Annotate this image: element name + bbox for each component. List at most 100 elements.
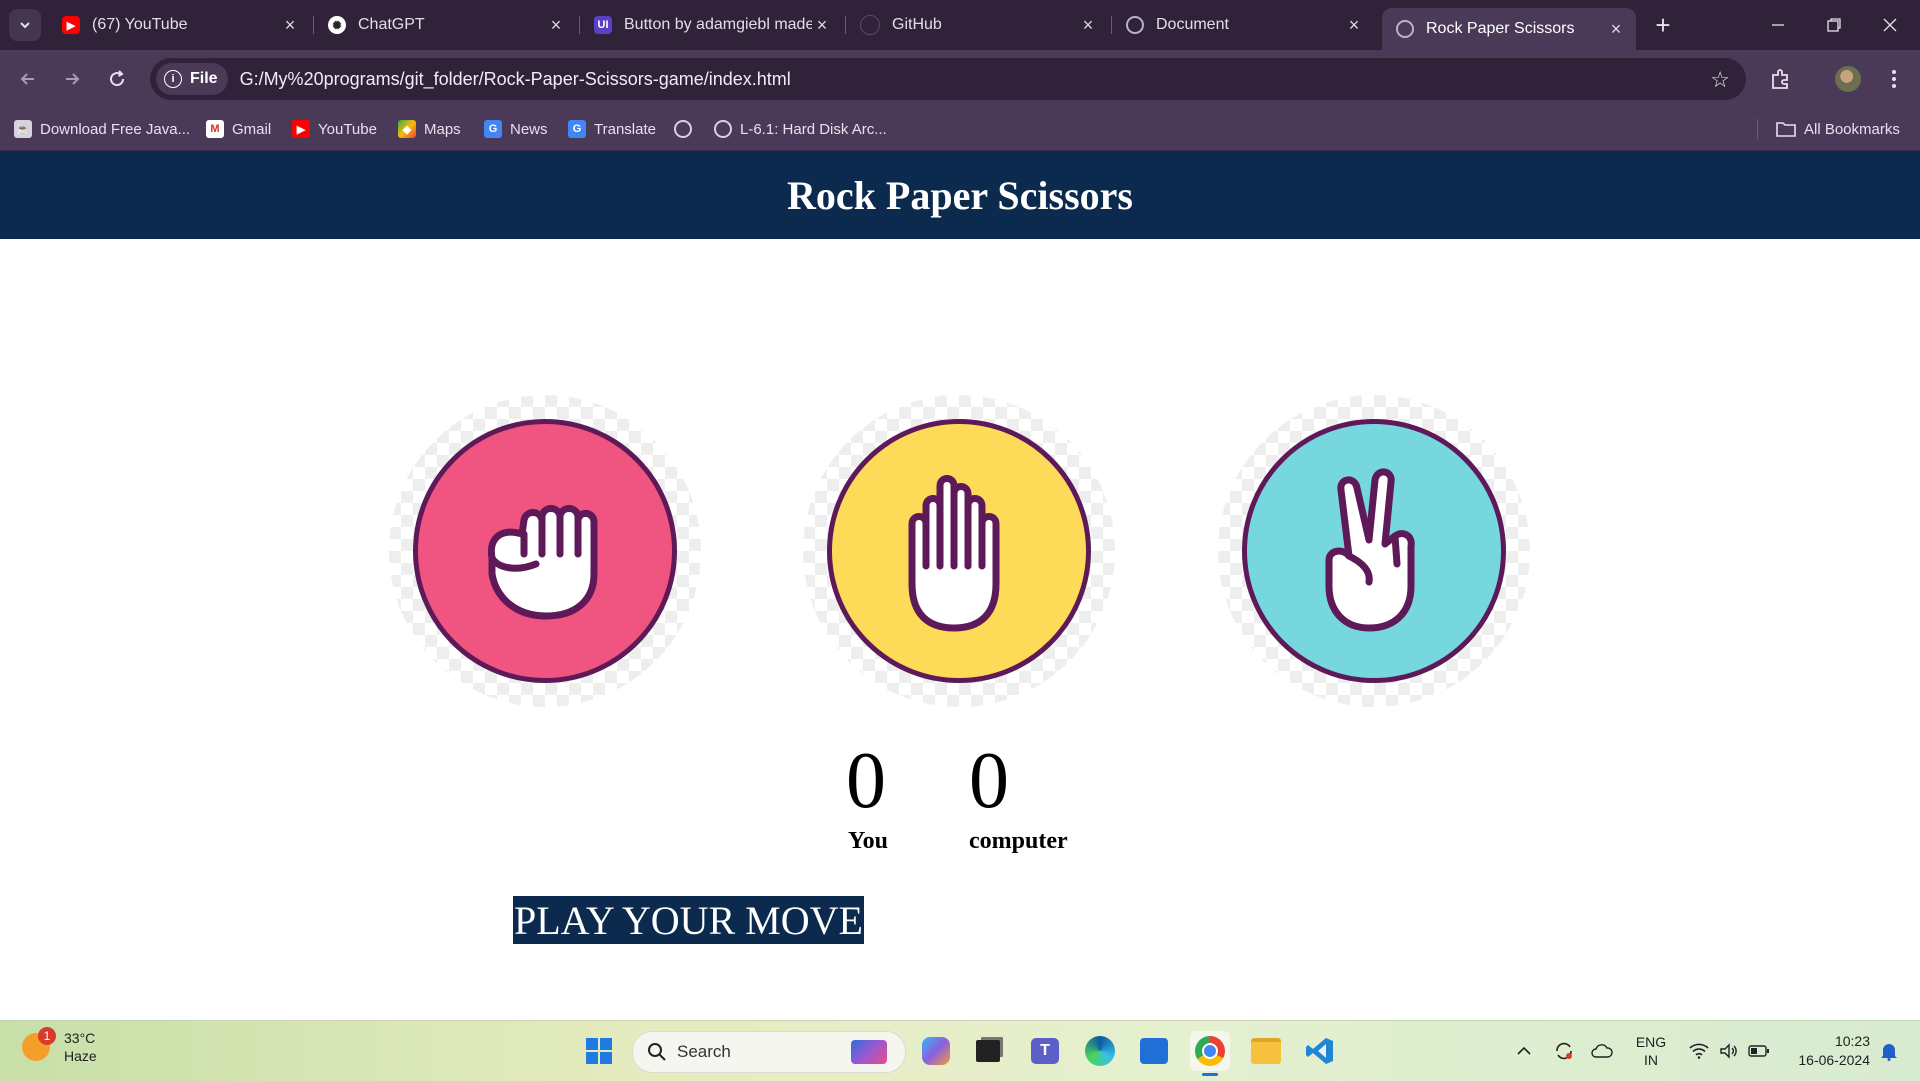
bookmark-star-icon[interactable]: ☆ [1710,67,1730,93]
teams-icon: T [1031,1038,1059,1064]
file-explorer-button[interactable] [1246,1031,1286,1071]
globe-icon [1126,16,1144,34]
user-label: You [848,828,889,854]
bookmark-label: YouTube [318,120,377,138]
notifications-button[interactable] [1874,1021,1904,1081]
address-bar[interactable]: i File G:/My%20programs/git_folder/Rock-… [150,58,1746,100]
tab-search-button[interactable] [9,9,41,41]
bookmark-youtube[interactable]: ▶ YouTube [292,108,377,150]
globe-icon [714,120,732,138]
tab-youtube[interactable]: ▶ (67) YouTube × [48,8,310,42]
globe-icon [1396,20,1414,38]
paper-disc [827,419,1091,683]
vscode-button[interactable] [1300,1031,1340,1071]
search-highlight-icon [851,1040,887,1064]
menu-button[interactable] [1878,63,1910,95]
sync-tray-icon[interactable] [1548,1021,1580,1081]
chrome-icon [1195,1036,1225,1066]
tab-github[interactable]: GitHub × [846,8,1108,42]
page-content: Rock Paper Scissors 0 You 0 computer PLA… [0,151,1920,1021]
back-button[interactable] [12,63,44,95]
bookmark-download-java[interactable]: ☕ Download Free Java... [14,108,190,150]
puzzle-icon [1772,69,1788,89]
language-indicator[interactable]: ENG IN [1628,1021,1674,1081]
peace-hand-icon [1325,468,1415,632]
bookmark-gmail[interactable]: M Gmail [206,108,271,150]
copilot-button[interactable] [916,1031,956,1071]
minimize-button[interactable] [1750,0,1806,50]
tab-chatgpt[interactable]: ✺ ChatGPT × [314,8,576,42]
close-icon[interactable]: × [1344,15,1364,35]
edge-button[interactable] [1080,1031,1120,1071]
computer-score: 0 [969,737,1009,825]
task-view-button[interactable] [968,1031,1008,1071]
onedrive-tray-icon[interactable] [1586,1021,1618,1081]
store-button[interactable] [1134,1031,1174,1071]
search-placeholder: Search [677,1042,731,1061]
tab-title: GitHub [892,16,942,33]
close-window-button[interactable] [1862,0,1918,50]
all-bookmarks-label: All Bookmarks [1804,120,1900,138]
close-icon[interactable]: × [280,15,300,35]
forward-button[interactable] [56,63,88,95]
show-hidden-icons-button[interactable] [1508,1021,1540,1081]
clock[interactable]: 10:23 16-06-2024 [1782,1021,1870,1081]
teams-button[interactable]: T [1025,1031,1065,1071]
site-info-chip[interactable]: i File [156,63,228,95]
notification-badge: 1 [38,1027,56,1045]
globe-icon [674,120,692,138]
scissors-choice[interactable] [1218,395,1530,707]
bookmark-globe[interactable] [674,108,700,150]
search-icon [648,1043,666,1061]
new-tab-button[interactable]: + [1648,10,1678,40]
folder-icon [1776,122,1796,137]
url-text[interactable]: G:/My%20programs/git_folder/Rock-Paper-S… [240,69,791,90]
rock-choice[interactable] [389,395,701,707]
tab-rock-paper-scissors[interactable]: Rock Paper Scissors × [1382,8,1636,50]
close-icon[interactable]: × [546,15,566,35]
bookmarks-divider [1757,119,1758,139]
close-icon[interactable]: × [812,15,832,35]
bookmark-hard-disk[interactable]: L-6.1: Hard Disk Arc... [714,108,887,150]
extensions-button[interactable] [1765,63,1797,95]
tab-uiverse-button[interactable]: UI Button by adamgiebl made × [580,8,842,42]
bookmark-translate[interactable]: G Translate [568,108,656,150]
wifi-tray-icon[interactable] [1684,1021,1714,1081]
avatar [1835,66,1861,92]
bookmark-maps[interactable]: ◆ Maps [398,108,461,150]
news-icon: G [484,120,502,138]
browser-toolbar: i File G:/My%20programs/git_folder/Rock-… [0,50,1920,108]
close-icon[interactable]: × [1606,19,1626,39]
bookmark-news[interactable]: G News [484,108,548,150]
edge-icon [1085,1036,1115,1066]
battery-icon [1748,1045,1769,1057]
info-icon: i [164,70,182,88]
start-button[interactable] [579,1031,619,1071]
active-indicator [1202,1073,1218,1076]
volume-tray-icon[interactable] [1714,1021,1744,1081]
bookmarks-bar: ☕ Download Free Java... M Gmail ▶ YouTub… [0,108,1920,151]
weather-haze-icon: 1 [22,1027,56,1061]
chrome-button[interactable] [1190,1031,1230,1076]
cloud-icon [1591,1044,1613,1058]
sync-icon [1556,1042,1572,1060]
reload-icon [110,70,125,87]
battery-tray-icon[interactable] [1744,1021,1774,1081]
reload-button[interactable] [101,63,133,95]
close-icon[interactable]: × [1078,15,1098,35]
tab-title: Rock Paper Scissors [1426,20,1575,37]
paper-choice[interactable] [803,395,1115,707]
weather-widget[interactable]: 1 33°C Haze [22,1027,97,1065]
store-icon [1140,1038,1168,1064]
copilot-icon [922,1037,950,1065]
restore-button[interactable] [1806,0,1862,50]
all-bookmarks-button[interactable]: All Bookmarks [1776,108,1900,150]
arrow-left-icon [20,73,34,85]
bell-icon [1881,1044,1897,1061]
profile-avatar[interactable] [1832,63,1864,95]
task-view-icon [976,1040,1000,1062]
taskbar-search[interactable]: Search [632,1031,906,1073]
java-icon: ☕ [14,120,32,138]
open-hand-icon [908,475,1000,632]
tab-document[interactable]: Document × [1112,8,1374,42]
